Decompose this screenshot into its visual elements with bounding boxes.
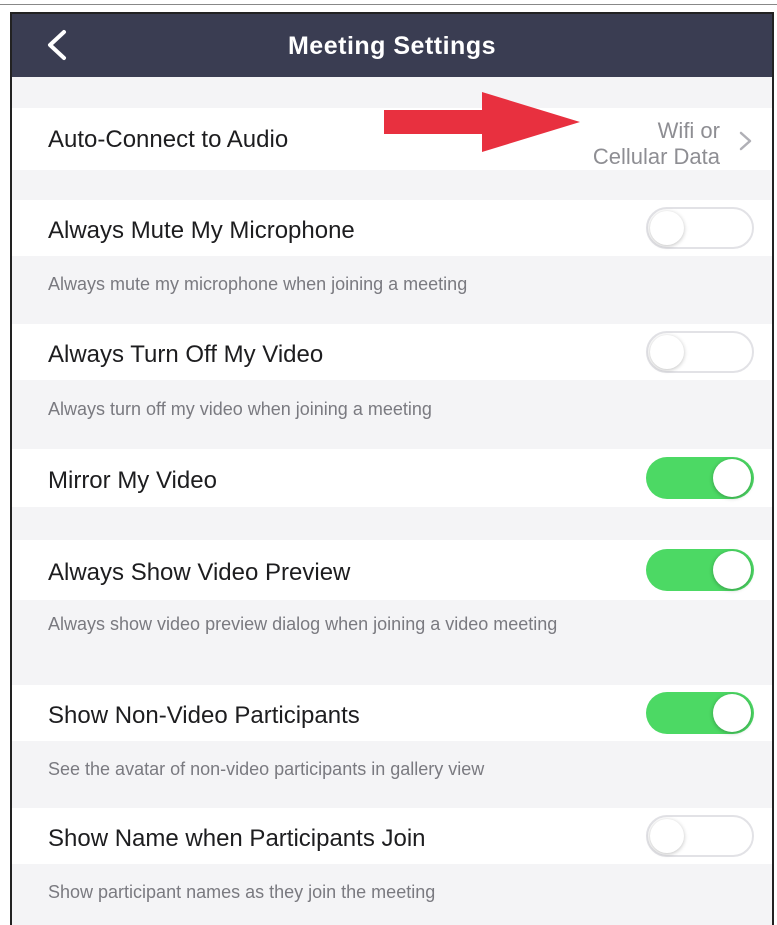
toggle-knob: [713, 694, 751, 732]
setting-row-video-preview: Always Show Video Preview: [12, 540, 772, 600]
setting-description: Always mute my microphone when joining a…: [48, 274, 468, 294]
page-title: Meeting Settings: [287, 32, 496, 60]
turn-off-video-toggle[interactable]: [646, 331, 754, 373]
setting-description: Always turn off my video when joining a …: [48, 399, 432, 419]
chevron-right-icon: [739, 131, 752, 151]
toggle-knob: [650, 819, 684, 853]
setting-label: Always Mute My Microphone: [48, 217, 355, 244]
auto-connect-audio-value: Wifi or Cellular Data: [592, 118, 720, 169]
navigation-bar: Meeting Settings: [12, 14, 772, 77]
show-name-on-join-toggle[interactable]: [646, 815, 754, 857]
setting-row-turn-off-video: Always Turn Off My Video: [12, 324, 772, 380]
setting-label: Show Name when Participants Join: [48, 825, 426, 852]
non-video-participants-toggle[interactable]: [646, 692, 754, 734]
video-preview-toggle[interactable]: [646, 549, 754, 591]
setting-description: Always show video preview dialog when jo…: [48, 614, 558, 634]
setting-label: Show Non-Video Participants: [48, 702, 360, 729]
setting-row-mute-microphone: Always Mute My Microphone: [12, 200, 772, 256]
setting-label: Always Turn Off My Video: [48, 341, 324, 368]
annotation-arrow-icon: [384, 92, 580, 152]
setting-description: Show participant names as they join the …: [48, 882, 436, 902]
toggle-knob: [713, 551, 751, 589]
toggle-knob: [650, 335, 684, 369]
top-divider: [0, 4, 777, 5]
setting-description: See the avatar of non-video participants…: [48, 759, 485, 779]
auto-connect-audio-label: Auto-Connect to Audio: [48, 126, 289, 153]
setting-label: Mirror My Video: [48, 467, 217, 494]
toggle-knob: [650, 211, 684, 245]
setting-row-non-video-participants: Show Non-Video Participants: [12, 685, 772, 741]
setting-row-show-name-on-join: Show Name when Participants Join: [12, 808, 772, 864]
mirror-video-toggle[interactable]: [646, 457, 754, 499]
mute-microphone-toggle[interactable]: [646, 207, 754, 249]
setting-label: Always Show Video Preview: [48, 559, 351, 586]
setting-row-mirror-video: Mirror My Video: [12, 449, 772, 507]
toggle-knob: [713, 459, 751, 497]
